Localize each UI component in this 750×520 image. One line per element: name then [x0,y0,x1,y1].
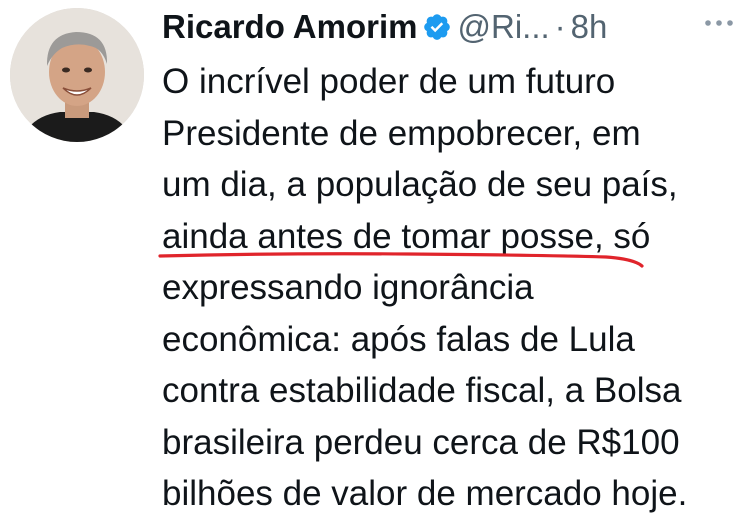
tweet-line-9: bilhões de valor de mercado hoje. [162,474,688,513]
more-horizontal-icon[interactable] [702,8,736,38]
tweet-line-1: O incrível poder de um futuro [162,62,616,101]
timestamp[interactable]: 8h [571,8,608,45]
tweet-card[interactable]: Ricardo Amorim @Ri... · 8h O incrível pode… [0,0,750,513]
avatar[interactable] [10,8,144,142]
tweet-line-6: econômica: após falas de Lula [162,319,635,359]
tweet-line-7: contra estabilidade fiscal, a Bolsa [162,371,682,410]
tweet-line-3: um dia, a população de seu país, [162,165,678,204]
handle[interactable]: @Ri... [458,8,550,45]
red-underline-mark [158,252,644,268]
tweet-line-2: Presidente de empobrecer, em [162,113,641,153]
separator-dot: · [554,8,566,45]
tweet-text: O incrível poder de um futuro Presidente… [158,56,750,520]
underlined-phrase: ainda antes de tomar posse [158,211,644,268]
verified-badge-icon [423,14,450,40]
tweet-header: Ricardo Amorim @Ri... · 8h [162,6,742,48]
display-name[interactable]: Ricardo Amorim [162,8,418,45]
tweet-line-8: brasileira perdeu cerca de R$100 [162,422,680,462]
profile-photo-icon [10,8,144,142]
tweet-line-4: ainda antes de tomar posse, só [158,211,750,268]
